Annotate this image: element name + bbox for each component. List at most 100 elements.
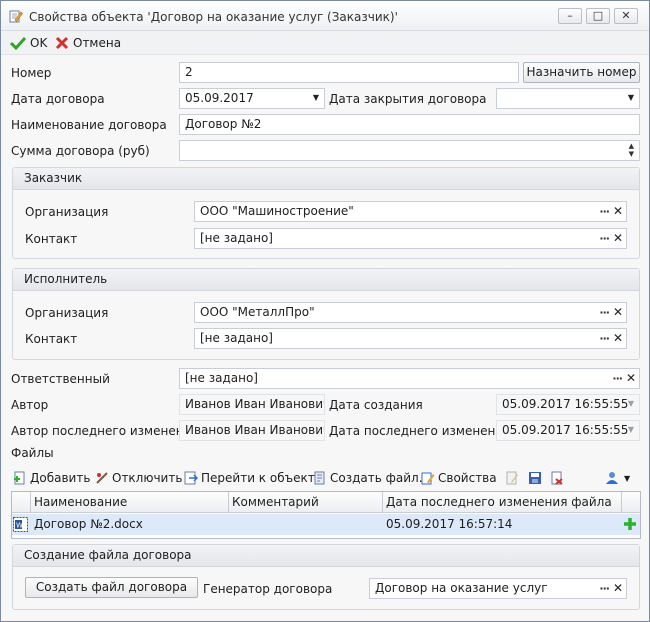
add-file-button[interactable]: Добавить	[13, 471, 90, 485]
create-contract-file-label: Создать файл договора	[35, 580, 188, 594]
number-field[interactable]: 2	[179, 62, 519, 83]
spinner-arrows-icon[interactable]: ▲ ▼	[629, 142, 634, 158]
detach-icon	[96, 472, 108, 484]
clear-icon[interactable]: ✕	[613, 331, 623, 345]
clear-icon[interactable]: ✕	[626, 371, 636, 385]
customer-org-field[interactable]: ООО "Машиностроение" ··· ✕	[194, 201, 627, 222]
properties-window: Свойства объекта 'Договор на оказание ус…	[0, 0, 650, 622]
ellipsis-icon[interactable]: ···	[599, 306, 610, 319]
file-modified-cell: 05.09.2017 16:57:14	[386, 517, 513, 531]
create-file-button[interactable]: Создать файл...	[313, 471, 430, 485]
column-header-name[interactable]: Наименование	[34, 495, 127, 509]
clear-icon[interactable]: ✕	[613, 231, 623, 245]
responsible-label: Ответственный	[11, 372, 110, 386]
customer-org-value: ООО "Машиностроение"	[200, 204, 354, 218]
modified-date-value: 05.09.2017 16:55:55	[502, 423, 629, 437]
dropdown-arrow-icon: ▼	[627, 399, 634, 408]
contract-date-picker[interactable]: 05.09.2017 ▼	[179, 88, 325, 109]
file-name-cell: Договор №2.docx	[34, 517, 143, 531]
ellipsis-icon[interactable]: ···	[599, 332, 610, 345]
dropdown-arrow-icon: ▼	[627, 425, 634, 434]
responsible-value: [не задано]	[185, 371, 258, 385]
contract-name-label: Наименование договора	[11, 118, 167, 132]
save-file-button[interactable]	[528, 471, 542, 485]
number-label: Номер	[11, 66, 52, 80]
generator-field[interactable]: Договор на оказание услуг ··· ✕	[369, 578, 627, 599]
close-date-picker[interactable]: ▼	[496, 88, 640, 109]
chevron-down-icon: ▼	[624, 473, 631, 483]
file-properties-button[interactable]: Свойства	[421, 471, 497, 485]
cancel-button[interactable]: Отмена	[55, 35, 121, 51]
customer-group-title: Заказчик	[24, 171, 83, 185]
created-date-label: Дата создания	[329, 398, 423, 412]
executor-group-title: Исполнитель	[24, 272, 108, 286]
goto-object-label: Перейти к объекту	[201, 471, 322, 485]
contract-date-label: Дата договора	[11, 92, 105, 106]
ellipsis-icon[interactable]: ···	[612, 372, 623, 385]
executor-contact-label: Контакт	[25, 332, 78, 346]
edit-icon	[506, 471, 518, 485]
column-header-modified[interactable]: Дата последнего изменения файла	[386, 495, 612, 509]
goto-object-icon	[184, 471, 198, 485]
modified-date-label: Дата последнего изменения	[329, 424, 511, 438]
customer-org-label: Организация	[25, 205, 109, 219]
delete-file-icon	[551, 471, 563, 485]
close-icon: ✕	[621, 9, 631, 22]
maximize-icon: □	[592, 9, 604, 22]
clear-icon[interactable]: ✕	[613, 305, 623, 319]
ellipsis-icon[interactable]: ···	[599, 582, 610, 595]
detach-file-button[interactable]: Отключить	[95, 471, 182, 485]
executor-org-field[interactable]: ООО "МеталлПро" ··· ✕	[194, 302, 627, 323]
modified-by-value: Иванов Иван Иванович	[185, 423, 325, 437]
contract-name-field[interactable]: Договор №2	[179, 114, 640, 135]
modified-by-field: Иванов Иван Иванович	[179, 420, 325, 441]
goto-object-button[interactable]: Перейти к объекту	[184, 471, 322, 485]
edit-file-button[interactable]	[505, 471, 519, 485]
created-date-value: 05.09.2017 16:55:55	[502, 397, 629, 411]
clear-icon[interactable]: ✕	[613, 204, 623, 218]
dropdown-arrow-icon[interactable]: ▼	[313, 93, 319, 102]
edit-document-icon	[9, 10, 23, 23]
assign-number-button[interactable]: Назначить номер	[523, 62, 640, 83]
main-toolbar: OK Отмена	[1, 31, 649, 55]
contract-sum-spinner[interactable]: ▲ ▼	[179, 140, 640, 161]
number-value: 2	[185, 65, 193, 79]
title-bar: Свойства объекта 'Договор на оказание ус…	[1, 1, 649, 31]
window-title: Свойства объекта 'Договор на оказание ус…	[29, 10, 398, 24]
ok-label: OK	[30, 36, 48, 50]
clear-icon[interactable]: ✕	[613, 581, 623, 595]
create-file-group-header: Создание файла договора	[13, 545, 639, 567]
minimize-button[interactable]: –	[558, 8, 582, 24]
generator-value: Договор на оказание услуг	[375, 581, 548, 595]
close-window-button[interactable]: ✕	[614, 8, 638, 24]
customer-contact-field[interactable]: [не задано] ··· ✕	[194, 228, 627, 249]
executor-contact-value: [не задано]	[200, 331, 273, 345]
generator-label: Генератор договора	[203, 582, 333, 596]
files-grid-header: Наименование Комментарий Дата последнего…	[12, 492, 640, 513]
add-row-icon[interactable]	[623, 517, 637, 531]
files-toolbar: Добавить Отключить Перейти к объекту Соз…	[11, 467, 641, 491]
create-file-group-title: Создание файла договора	[24, 548, 192, 562]
table-row[interactable]: W Договор №2.docx 05.09.2017 16:57:14	[12, 514, 640, 535]
delete-file-button[interactable]	[550, 471, 564, 485]
executor-contact-field[interactable]: [не задано] ··· ✕	[194, 328, 627, 349]
ellipsis-icon[interactable]: ···	[599, 232, 610, 245]
cross-icon	[55, 36, 69, 50]
responsible-field[interactable]: [не задано] ··· ✕	[179, 368, 640, 389]
dropdown-arrow-icon[interactable]: ▼	[628, 93, 634, 102]
user-settings-dropdown[interactable]: ▼	[605, 471, 630, 485]
files-grid: Наименование Комментарий Дата последнего…	[11, 491, 641, 539]
ellipsis-icon[interactable]: ···	[599, 205, 610, 218]
create-contract-file-button[interactable]: Создать файл договора	[25, 577, 198, 598]
column-header-comment[interactable]: Комментарий	[232, 495, 319, 509]
add-file-icon	[14, 471, 25, 485]
ok-button[interactable]: OK	[10, 35, 47, 51]
contract-name-value: Договор №2	[185, 117, 262, 131]
contract-date-value: 05.09.2017	[185, 91, 254, 105]
files-label: Файлы	[11, 446, 54, 460]
assign-number-label: Назначить номер	[526, 65, 637, 79]
maximize-button[interactable]: □	[586, 8, 610, 24]
executor-group-header: Исполнитель	[13, 269, 639, 291]
author-label: Автор	[11, 398, 49, 412]
detach-file-label: Отключить	[112, 471, 183, 485]
